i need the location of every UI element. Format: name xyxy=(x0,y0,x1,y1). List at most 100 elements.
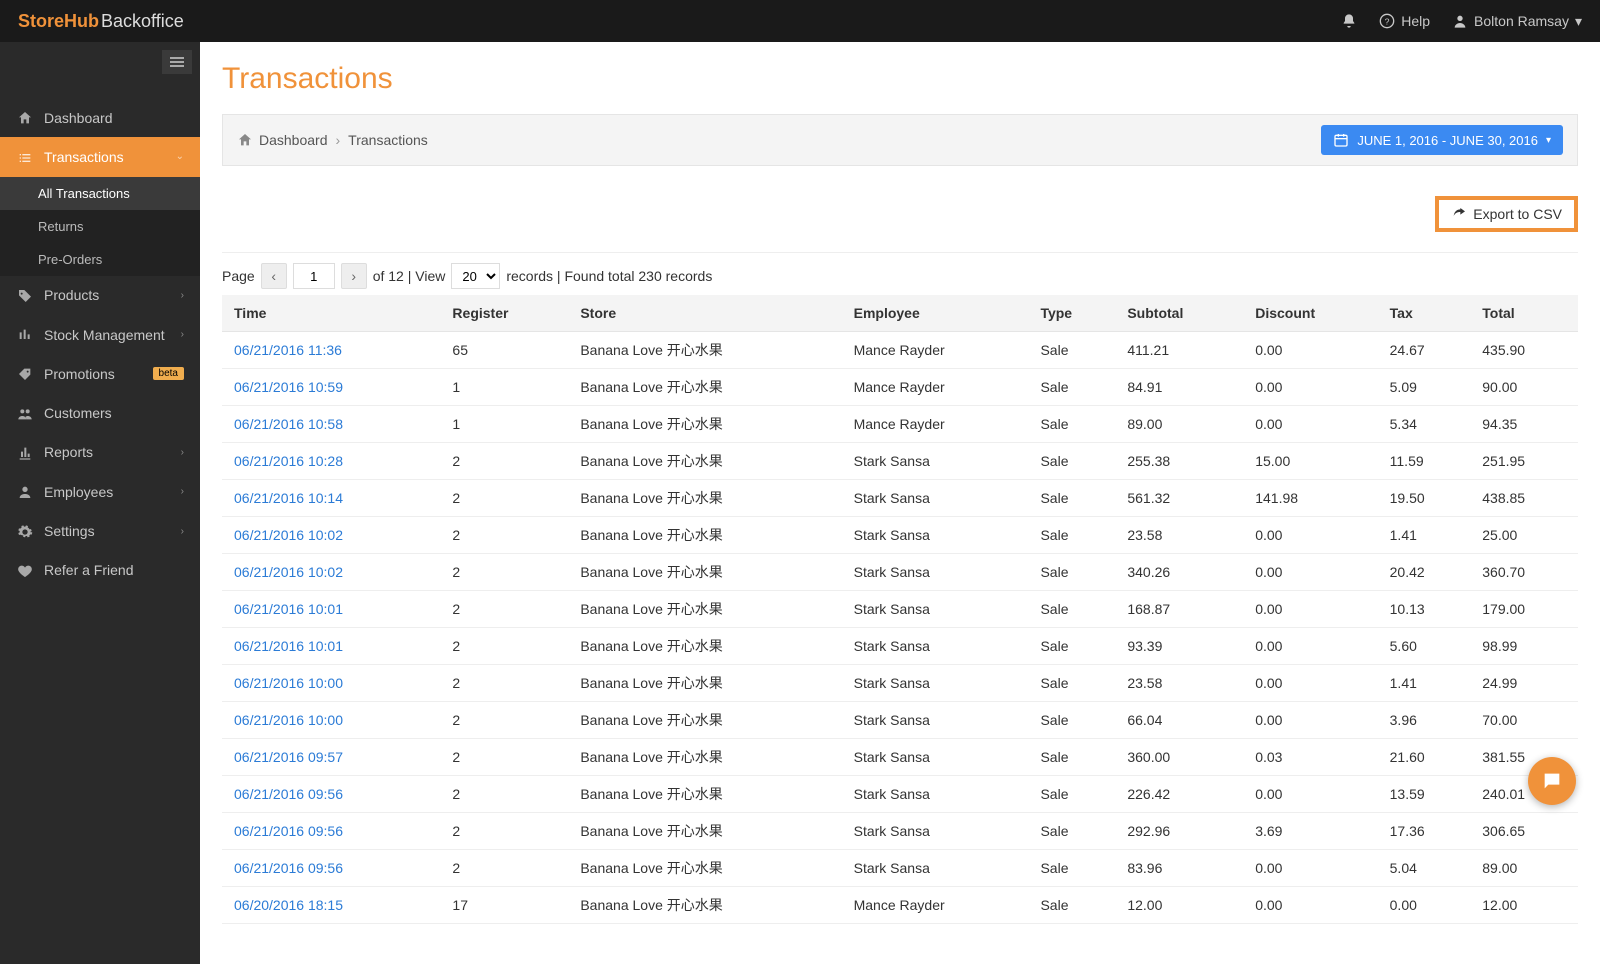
transaction-link[interactable]: 06/21/2016 10:01 xyxy=(234,601,343,617)
home-icon xyxy=(237,132,253,148)
sidebar-item-dashboard[interactable]: Dashboard xyxy=(0,98,200,137)
cell-discount: 0.00 xyxy=(1245,591,1379,628)
transaction-link[interactable]: 06/21/2016 10:00 xyxy=(234,675,343,691)
cell-discount: 0.00 xyxy=(1245,850,1379,887)
column-register[interactable]: Register xyxy=(442,295,570,332)
chevron-right-icon: › xyxy=(181,290,184,301)
sidebar-item-promotions[interactable]: Promotionsbeta xyxy=(0,354,200,393)
sidebar-item-label: Dashboard xyxy=(44,110,113,126)
cell-type: Sale xyxy=(1030,554,1117,591)
cell-employee: Stark Sansa xyxy=(844,702,1031,739)
cell-total: 360.70 xyxy=(1472,554,1578,591)
table-row: 06/21/2016 10:591Banana Love 开心水果Mance R… xyxy=(222,369,1578,406)
sidebar-item-customers[interactable]: Customers xyxy=(0,393,200,432)
cell-store: Banana Love 开心水果 xyxy=(570,739,843,776)
sidebar-item-label: Refer a Friend xyxy=(44,562,133,578)
sidebar-item-products[interactable]: Products› xyxy=(0,276,200,315)
transaction-link[interactable]: 06/21/2016 09:56 xyxy=(234,786,343,802)
sidebar-item-reports[interactable]: Reports› xyxy=(0,433,200,472)
pricetag-icon xyxy=(16,365,34,382)
transaction-link[interactable]: 06/21/2016 10:28 xyxy=(234,453,343,469)
chat-fab[interactable] xyxy=(1528,757,1576,805)
prev-page-button[interactable]: ‹ xyxy=(261,263,287,289)
chevron-right-icon: › xyxy=(181,329,184,340)
cell-tax: 10.13 xyxy=(1380,591,1473,628)
transaction-link[interactable]: 06/21/2016 10:14 xyxy=(234,490,343,506)
column-total[interactable]: Total xyxy=(1472,295,1578,332)
sidebar-item-employees[interactable]: Employees› xyxy=(0,472,200,511)
total-pages-text: of 12 | View xyxy=(373,268,446,284)
table-row: 06/21/2016 09:562Banana Love 开心水果Stark S… xyxy=(222,776,1578,813)
cell-employee: Stark Sansa xyxy=(844,554,1031,591)
cell-tax: 20.42 xyxy=(1380,554,1473,591)
chevron-right-icon: › xyxy=(181,526,184,537)
cell-employee: Stark Sansa xyxy=(844,443,1031,480)
cell-employee: Mance Rayder xyxy=(844,406,1031,443)
transaction-link[interactable]: 06/21/2016 10:59 xyxy=(234,379,343,395)
cell-time: 06/20/2016 18:15 xyxy=(222,887,442,924)
transaction-link[interactable]: 06/21/2016 11:36 xyxy=(234,342,342,358)
transaction-link[interactable]: 06/21/2016 10:01 xyxy=(234,638,343,654)
cell-tax: 5.04 xyxy=(1380,850,1473,887)
cell-store: Banana Love 开心水果 xyxy=(570,406,843,443)
transaction-link[interactable]: 06/21/2016 10:02 xyxy=(234,564,343,580)
cell-tax: 1.41 xyxy=(1380,665,1473,702)
column-tax[interactable]: Tax xyxy=(1380,295,1473,332)
sidebar-subitem-all-transactions[interactable]: All Transactions xyxy=(0,177,200,210)
column-time[interactable]: Time xyxy=(222,295,442,332)
date-range-label: JUNE 1, 2016 - JUNE 30, 2016 xyxy=(1357,133,1538,148)
table-row: 06/21/2016 10:142Banana Love 开心水果Stark S… xyxy=(222,480,1578,517)
sidebar-item-transactions[interactable]: Transactions⌄ xyxy=(0,137,200,176)
cell-total: 251.95 xyxy=(1472,443,1578,480)
export-csv-button[interactable]: Export to CSV xyxy=(1435,196,1578,232)
transactions-table: TimeRegisterStoreEmployeeTypeSubtotalDis… xyxy=(222,295,1578,924)
chevron-right-icon: › xyxy=(181,447,184,458)
cell-register: 2 xyxy=(442,813,570,850)
cell-register: 2 xyxy=(442,517,570,554)
cell-employee: Stark Sansa xyxy=(844,591,1031,628)
sidebar-item-stock-management[interactable]: Stock Management› xyxy=(0,315,200,354)
cell-time: 06/21/2016 11:36 xyxy=(222,332,442,369)
cell-type: Sale xyxy=(1030,480,1117,517)
sidebar-toggle[interactable] xyxy=(162,50,192,74)
per-page-select[interactable]: 20 xyxy=(451,263,500,289)
transaction-link[interactable]: 06/21/2016 09:56 xyxy=(234,860,343,876)
transaction-link[interactable]: 06/21/2016 09:57 xyxy=(234,749,343,765)
cell-store: Banana Love 开心水果 xyxy=(570,850,843,887)
column-type[interactable]: Type xyxy=(1030,295,1117,332)
notifications-button[interactable] xyxy=(1341,13,1357,29)
transaction-link[interactable]: 06/21/2016 09:56 xyxy=(234,823,343,839)
transaction-link[interactable]: 06/21/2016 10:02 xyxy=(234,527,343,543)
cell-time: 06/21/2016 10:02 xyxy=(222,554,442,591)
cell-type: Sale xyxy=(1030,702,1117,739)
user-menu[interactable]: Bolton Ramsay ▾ xyxy=(1452,13,1582,30)
column-discount[interactable]: Discount xyxy=(1245,295,1379,332)
cell-total: 90.00 xyxy=(1472,369,1578,406)
page-input[interactable] xyxy=(293,263,335,289)
sidebar-item-refer-a-friend[interactable]: Refer a Friend xyxy=(0,551,200,590)
brand-logo[interactable]: StoreHub Backoffice xyxy=(18,11,184,32)
sidebar-item-label: Customers xyxy=(44,405,112,421)
transaction-link[interactable]: 06/21/2016 10:58 xyxy=(234,416,343,432)
sidebar-subitem-returns[interactable]: Returns xyxy=(0,210,200,243)
help-button[interactable]: ? Help xyxy=(1379,13,1430,29)
table-row: 06/20/2016 18:1517Banana Love 开心水果Mance … xyxy=(222,887,1578,924)
column-employee[interactable]: Employee xyxy=(844,295,1031,332)
question-circle-icon: ? xyxy=(1379,13,1395,29)
transaction-link[interactable]: 06/20/2016 18:15 xyxy=(234,897,343,913)
cell-type: Sale xyxy=(1030,850,1117,887)
next-page-button[interactable]: › xyxy=(341,263,367,289)
cell-tax: 17.36 xyxy=(1380,813,1473,850)
breadcrumb-dashboard[interactable]: Dashboard xyxy=(259,132,328,148)
cell-register: 2 xyxy=(442,628,570,665)
cell-employee: Stark Sansa xyxy=(844,850,1031,887)
date-range-picker[interactable]: JUNE 1, 2016 - JUNE 30, 2016 ▾ xyxy=(1321,125,1563,155)
transaction-link[interactable]: 06/21/2016 10:00 xyxy=(234,712,343,728)
column-store[interactable]: Store xyxy=(570,295,843,332)
breadcrumb-current: Transactions xyxy=(348,132,428,148)
sidebar-subitem-pre-orders[interactable]: Pre-Orders xyxy=(0,243,200,276)
column-subtotal[interactable]: Subtotal xyxy=(1117,295,1245,332)
cell-type: Sale xyxy=(1030,332,1117,369)
sidebar-item-settings[interactable]: Settings› xyxy=(0,511,200,550)
cell-store: Banana Love 开心水果 xyxy=(570,776,843,813)
